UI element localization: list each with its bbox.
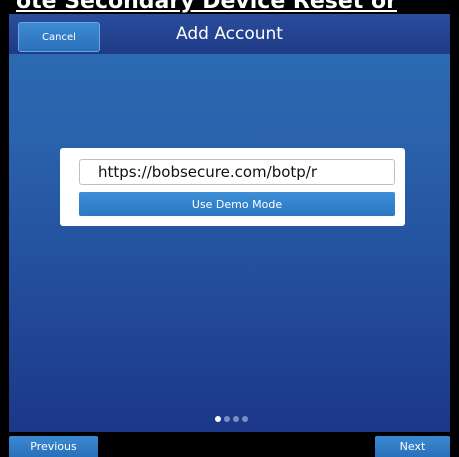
page-dot-2[interactable]: [224, 416, 230, 422]
account-url-input[interactable]: [79, 159, 395, 185]
cancel-button[interactable]: Cancel: [18, 22, 100, 52]
page-dot-3[interactable]: [233, 416, 239, 422]
clipped-header-text: ote Secondary Device Reset or: [16, 0, 397, 14]
app-screen: Add Account Cancel Use Demo Mode: [9, 14, 450, 432]
account-url-card: Use Demo Mode: [60, 148, 405, 226]
navigation-bar: Add Account Cancel: [9, 14, 450, 54]
use-demo-mode-button[interactable]: Use Demo Mode: [79, 192, 395, 216]
next-button[interactable]: Next: [375, 436, 450, 457]
previous-button[interactable]: Previous: [9, 436, 98, 457]
app-frame: ote Secondary Device Reset or Add Accoun…: [0, 0, 459, 457]
page-dot-4[interactable]: [242, 416, 248, 422]
page-dot-1[interactable]: [215, 416, 221, 422]
page-indicator: [215, 416, 248, 422]
